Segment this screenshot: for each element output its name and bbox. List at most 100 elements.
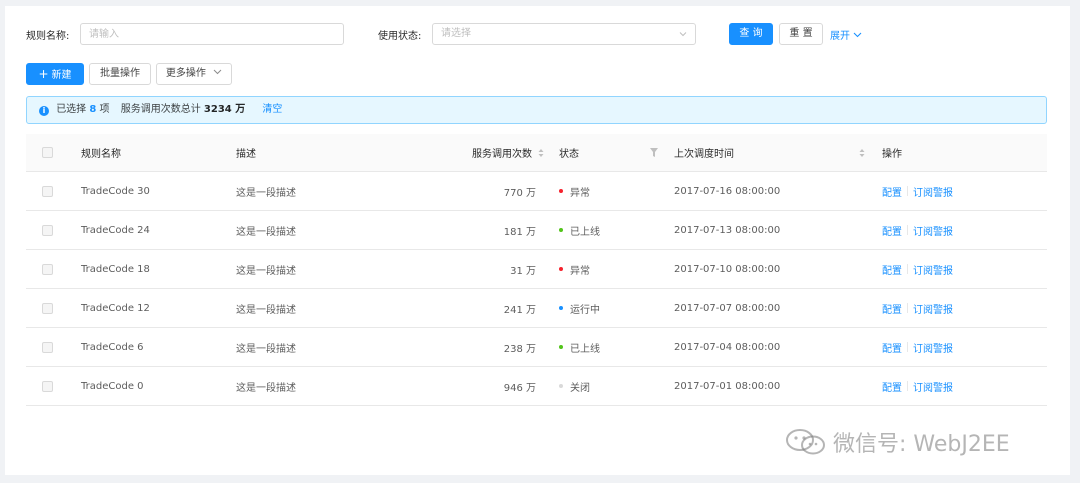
action-divider: [907, 303, 908, 313]
status-select[interactable]: 请选择: [432, 23, 696, 45]
row-select-cell: [42, 250, 53, 288]
row-calls: 31 万: [510, 265, 536, 277]
subscribe-alert-link[interactable]: 订阅警报: [913, 262, 953, 277]
total-value: 3234 万: [203, 104, 246, 115]
row-status: 已上线: [559, 211, 600, 249]
row-desc: 这是一段描述: [236, 304, 296, 316]
new-button[interactable]: + 新建: [26, 63, 84, 85]
watermark: 微信号: WebJ2EE: [785, 426, 1010, 458]
row-desc: 这是一段描述: [236, 226, 296, 238]
selection-alert: i 已选择 8 项 服务调用次数总计 3234 万 清空: [26, 96, 1047, 124]
more-actions-label: 更多操作: [165, 68, 206, 79]
col-updated: 上次调度时间: [674, 149, 734, 160]
row-desc: 这是一段描述: [236, 265, 296, 277]
configure-link[interactable]: 配置: [882, 301, 902, 316]
col-actions: 操作: [882, 149, 902, 160]
configure-link[interactable]: 配置: [882, 379, 902, 394]
filter-icon[interactable]: [650, 148, 658, 157]
row-status: 已上线: [559, 328, 600, 366]
row-desc: 这是一段描述: [236, 343, 296, 355]
status-dot: [559, 267, 563, 271]
table-row: TradeCode 6 这是一段描述 238 万 已上线 2017-07-04 …: [26, 328, 1047, 367]
row-name: TradeCode 6: [81, 341, 144, 353]
selected-count: 8: [89, 104, 97, 115]
table-row: TradeCode 30 这是一段描述 770 万 异常 2017-07-16 …: [26, 172, 1047, 211]
row-status: 运行中: [559, 289, 600, 327]
info-icon: i: [39, 106, 49, 116]
action-divider: [907, 225, 908, 235]
action-divider: [907, 264, 908, 274]
subscribe-alert-link[interactable]: 订阅警报: [913, 301, 953, 316]
col-name: 规则名称: [81, 149, 121, 160]
configure-link[interactable]: 配置: [882, 340, 902, 355]
row-calls: 770 万: [503, 187, 536, 199]
row-name: TradeCode 12: [81, 302, 150, 314]
select-all-checkbox[interactable]: [42, 147, 53, 158]
batch-button[interactable]: 批量操作: [89, 63, 151, 85]
row-select-cell: [42, 367, 53, 405]
row-name: TradeCode 0: [81, 380, 144, 392]
action-divider: [907, 381, 908, 391]
status-dot: [559, 189, 563, 193]
status-dot: [559, 306, 563, 310]
row-calls: 238 万: [503, 343, 536, 355]
row-updated: 2017-07-01 08:00:00: [674, 380, 781, 392]
row-select-cell: [42, 328, 53, 366]
row-checkbox[interactable]: [42, 302, 53, 314]
clear-link[interactable]: 清空: [262, 104, 282, 115]
status-dot: [559, 384, 563, 388]
content-card: 规则名称: 使用状态: 请选择 查 询 重 置 展开 +新建 批量操作 更多操作: [5, 6, 1070, 475]
plus-icon: +: [38, 67, 49, 81]
row-select-cell: [42, 211, 53, 249]
row-status-label: 异常: [570, 265, 590, 277]
row-actions: 配置 订阅警报: [882, 328, 953, 366]
table-body: TradeCode 30 这是一段描述 770 万 异常 2017-07-16 …: [26, 172, 1047, 406]
more-actions-button[interactable]: 更多操作: [156, 63, 232, 85]
total-prefix: 服务调用次数总计: [120, 104, 201, 115]
reset-button[interactable]: 重 置: [779, 23, 823, 45]
query-button[interactable]: 查 询: [729, 23, 773, 45]
subscribe-alert-link[interactable]: 订阅警报: [913, 223, 953, 238]
row-actions: 配置 订阅警报: [882, 250, 953, 288]
row-checkbox[interactable]: [42, 185, 53, 197]
chevron-down-icon: [213, 69, 222, 75]
row-checkbox[interactable]: [42, 380, 53, 392]
row-actions: 配置 订阅警报: [882, 289, 953, 327]
row-select-cell: [42, 172, 53, 210]
status-dot: [559, 345, 563, 349]
row-updated: 2017-07-16 08:00:00: [674, 185, 781, 197]
rule-name-input[interactable]: [80, 23, 344, 45]
expand-label: 展开: [830, 31, 850, 42]
row-updated: 2017-07-13 08:00:00: [674, 224, 781, 236]
row-name: TradeCode 18: [81, 263, 150, 275]
table-header: 规则名称 描述 服务调用次数 状态 上次调度时间 操作: [26, 134, 1047, 172]
col-calls-label: 服务调用次数: [472, 149, 532, 160]
expand-link[interactable]: 展开: [830, 27, 862, 42]
row-status: 异常: [559, 250, 590, 288]
table-row: TradeCode 18 这是一段描述 31 万 异常 2017-07-10 0…: [26, 250, 1047, 289]
new-button-label: 新建: [51, 70, 72, 81]
configure-link[interactable]: 配置: [882, 223, 902, 238]
row-actions: 配置 订阅警报: [882, 211, 953, 249]
row-checkbox[interactable]: [42, 341, 53, 353]
row-actions: 配置 订阅警报: [882, 172, 953, 210]
row-name: TradeCode 24: [81, 224, 150, 236]
wechat-logo-icon: [786, 429, 825, 455]
chevron-down-icon: [679, 32, 687, 37]
row-calls: 241 万: [503, 304, 536, 316]
col-calls[interactable]: 服务调用次数: [446, 134, 544, 171]
row-checkbox[interactable]: [42, 224, 53, 236]
row-select-cell: [42, 289, 53, 327]
sort-icon[interactable]: [859, 148, 865, 158]
sort-icon: [538, 148, 544, 157]
subscribe-alert-link[interactable]: 订阅警报: [913, 379, 953, 394]
row-checkbox[interactable]: [42, 263, 53, 275]
table-row: TradeCode 24 这是一段描述 181 万 已上线 2017-07-13…: [26, 211, 1047, 250]
configure-link[interactable]: 配置: [882, 262, 902, 277]
subscribe-alert-link[interactable]: 订阅警报: [913, 184, 953, 199]
row-updated: 2017-07-04 08:00:00: [674, 341, 781, 353]
action-divider: [907, 342, 908, 352]
row-status-label: 运行中: [570, 304, 600, 316]
configure-link[interactable]: 配置: [882, 184, 902, 199]
subscribe-alert-link[interactable]: 订阅警报: [913, 340, 953, 355]
